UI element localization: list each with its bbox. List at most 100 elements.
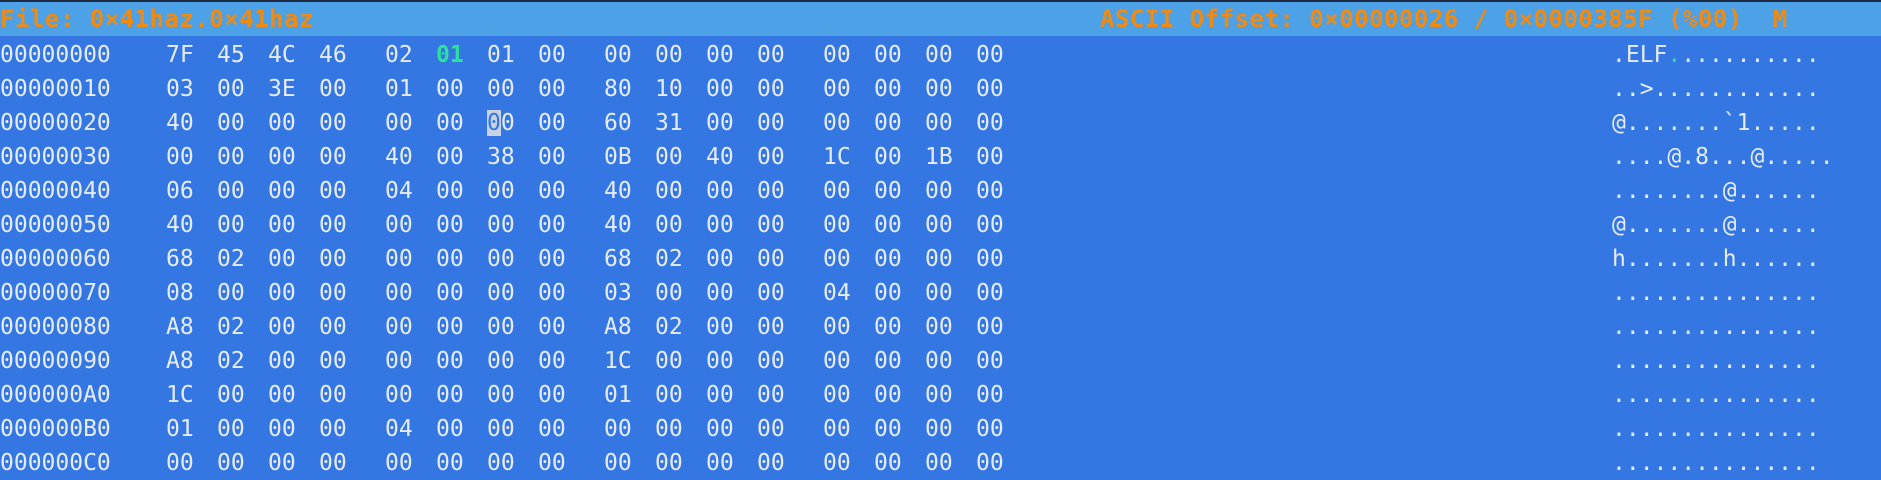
hex-byte-cursor[interactable]: 00 [487, 106, 515, 140]
hex-row[interactable]: 00000010 03 00 3E 00 01 00 00 00 80 10 00 00 00 00 00 00… [0, 72, 1881, 106]
hex-row[interactable]: 00000020 40 00 00 00 00 00 00 00 60 31 00 00 00 00 00 00… [0, 106, 1881, 140]
hex-byte[interactable]: 00 [706, 174, 734, 208]
hex-byte[interactable]: 1B [925, 140, 953, 174]
hex-byte[interactable]: 00 [268, 140, 296, 174]
hex-byte[interactable]: 02 [217, 242, 245, 276]
hex-byte[interactable]: 00 [976, 412, 1004, 446]
hex-byte[interactable]: 00 [874, 140, 902, 174]
hex-byte[interactable]: 00 [757, 38, 785, 72]
hex-byte[interactable]: 00 [757, 412, 785, 446]
hex-byte[interactable]: 00 [874, 72, 902, 106]
hex-byte[interactable]: 00 [436, 412, 464, 446]
hex-byte[interactable]: 00 [706, 106, 734, 140]
hex-byte[interactable]: 00 [538, 38, 566, 72]
hex-byte[interactable]: 00 [538, 72, 566, 106]
hex-byte[interactable]: 00 [268, 106, 296, 140]
hex-byte[interactable]: 00 [706, 276, 734, 310]
hex-byte[interactable]: 00 [385, 208, 413, 242]
hex-byte[interactable]: 00 [925, 276, 953, 310]
hex-byte[interactable]: 00 [706, 378, 734, 412]
ascii-column[interactable]: @.......`1..... [1612, 106, 1820, 140]
hex-byte[interactable]: 00 [487, 72, 515, 106]
hex-byte[interactable]: 00 [874, 174, 902, 208]
hex-byte[interactable]: 00 [319, 378, 347, 412]
hex-byte[interactable]: 00 [757, 72, 785, 106]
hex-byte[interactable]: 00 [268, 412, 296, 446]
hex-byte[interactable]: 04 [823, 276, 851, 310]
ascii-column[interactable]: ............... [1612, 446, 1820, 480]
hex-byte[interactable]: 00 [538, 242, 566, 276]
hex-byte[interactable]: 00 [166, 140, 194, 174]
hex-byte[interactable]: 00 [976, 106, 1004, 140]
hex-byte[interactable]: 00 [823, 72, 851, 106]
hex-byte[interactable]: 00 [925, 72, 953, 106]
hex-byte[interactable]: 00 [925, 242, 953, 276]
hex-byte[interactable]: 00 [319, 412, 347, 446]
hex-byte[interactable]: 00 [925, 38, 953, 72]
hex-byte[interactable]: 00 [268, 208, 296, 242]
hex-byte[interactable]: 00 [538, 208, 566, 242]
hex-byte[interactable]: 68 [604, 242, 632, 276]
hex-byte[interactable]: 00 [436, 310, 464, 344]
hex-byte[interactable]: 00 [823, 242, 851, 276]
hex-byte[interactable]: 00 [757, 106, 785, 140]
ascii-column[interactable]: ............... [1612, 276, 1820, 310]
hex-byte[interactable]: 00 [976, 446, 1004, 480]
hex-byte[interactable]: 00 [925, 106, 953, 140]
hex-byte[interactable]: 00 [706, 38, 734, 72]
hex-byte[interactable]: 00 [757, 344, 785, 378]
hex-byte[interactable]: 03 [604, 276, 632, 310]
hex-view[interactable]: 00000000 7F 45 4C 46 02 01 01 00 00 00 00 00 00 00 00 00… [0, 38, 1881, 476]
hex-byte[interactable]: 0B [604, 140, 632, 174]
hex-byte[interactable]: 1C [604, 344, 632, 378]
hex-byte[interactable]: 02 [655, 242, 683, 276]
hex-byte[interactable]: 00 [319, 242, 347, 276]
hex-byte[interactable]: 06 [166, 174, 194, 208]
hex-byte[interactable]: 40 [604, 174, 632, 208]
hex-byte[interactable]: 00 [823, 446, 851, 480]
hex-byte[interactable]: 00 [487, 310, 515, 344]
hex-byte[interactable]: 00 [538, 174, 566, 208]
hex-byte[interactable]: 00 [655, 208, 683, 242]
hex-byte[interactable]: 00 [268, 242, 296, 276]
hex-byte[interactable]: A8 [166, 310, 194, 344]
hex-byte[interactable]: 00 [925, 310, 953, 344]
hex-byte[interactable]: 00 [706, 208, 734, 242]
hex-byte[interactable]: 00 [757, 242, 785, 276]
hex-byte[interactable]: 00 [487, 412, 515, 446]
hex-byte[interactable]: 02 [217, 310, 245, 344]
hex-byte[interactable]: 04 [385, 174, 413, 208]
hex-byte[interactable]: 00 [538, 344, 566, 378]
hex-row[interactable]: 00000040 06 00 00 00 04 00 00 00 40 00 00 00 00 00 00 00… [0, 174, 1881, 208]
hex-byte[interactable]: 01 [436, 38, 464, 72]
hex-byte[interactable]: 00 [217, 446, 245, 480]
hex-byte[interactable]: A8 [166, 344, 194, 378]
hex-byte[interactable]: 00 [268, 310, 296, 344]
hex-byte[interactable]: 02 [217, 344, 245, 378]
hex-byte[interactable]: 00 [487, 378, 515, 412]
hex-byte[interactable]: 00 [757, 174, 785, 208]
hex-row[interactable]: 00000050 40 00 00 00 00 00 00 00 40 00 00 00 00 00 00 00… [0, 208, 1881, 242]
hex-byte[interactable]: 00 [706, 72, 734, 106]
hex-byte[interactable]: 00 [487, 344, 515, 378]
hex-byte[interactable]: 02 [655, 310, 683, 344]
hex-byte[interactable]: 00 [319, 106, 347, 140]
hex-byte[interactable]: 00 [757, 446, 785, 480]
hex-byte[interactable]: 00 [319, 140, 347, 174]
hex-byte[interactable]: 00 [823, 310, 851, 344]
hex-byte[interactable]: 00 [268, 378, 296, 412]
ascii-column[interactable]: ............... [1612, 310, 1820, 344]
hex-byte[interactable]: 00 [385, 276, 413, 310]
hex-byte[interactable]: 00 [874, 276, 902, 310]
hex-byte[interactable]: 00 [268, 276, 296, 310]
hex-byte[interactable]: 00 [217, 276, 245, 310]
hex-byte[interactable]: 46 [319, 38, 347, 72]
hex-byte[interactable]: 00 [706, 310, 734, 344]
hex-byte[interactable]: 00 [925, 174, 953, 208]
hex-byte[interactable]: 00 [823, 106, 851, 140]
ascii-column[interactable]: .ELF........... [1612, 38, 1820, 72]
ascii-column[interactable]: @.......@...... [1612, 208, 1820, 242]
hex-byte[interactable]: 00 [385, 344, 413, 378]
ascii-column[interactable]: h.......h...... [1612, 242, 1820, 276]
hex-byte[interactable]: 10 [655, 72, 683, 106]
